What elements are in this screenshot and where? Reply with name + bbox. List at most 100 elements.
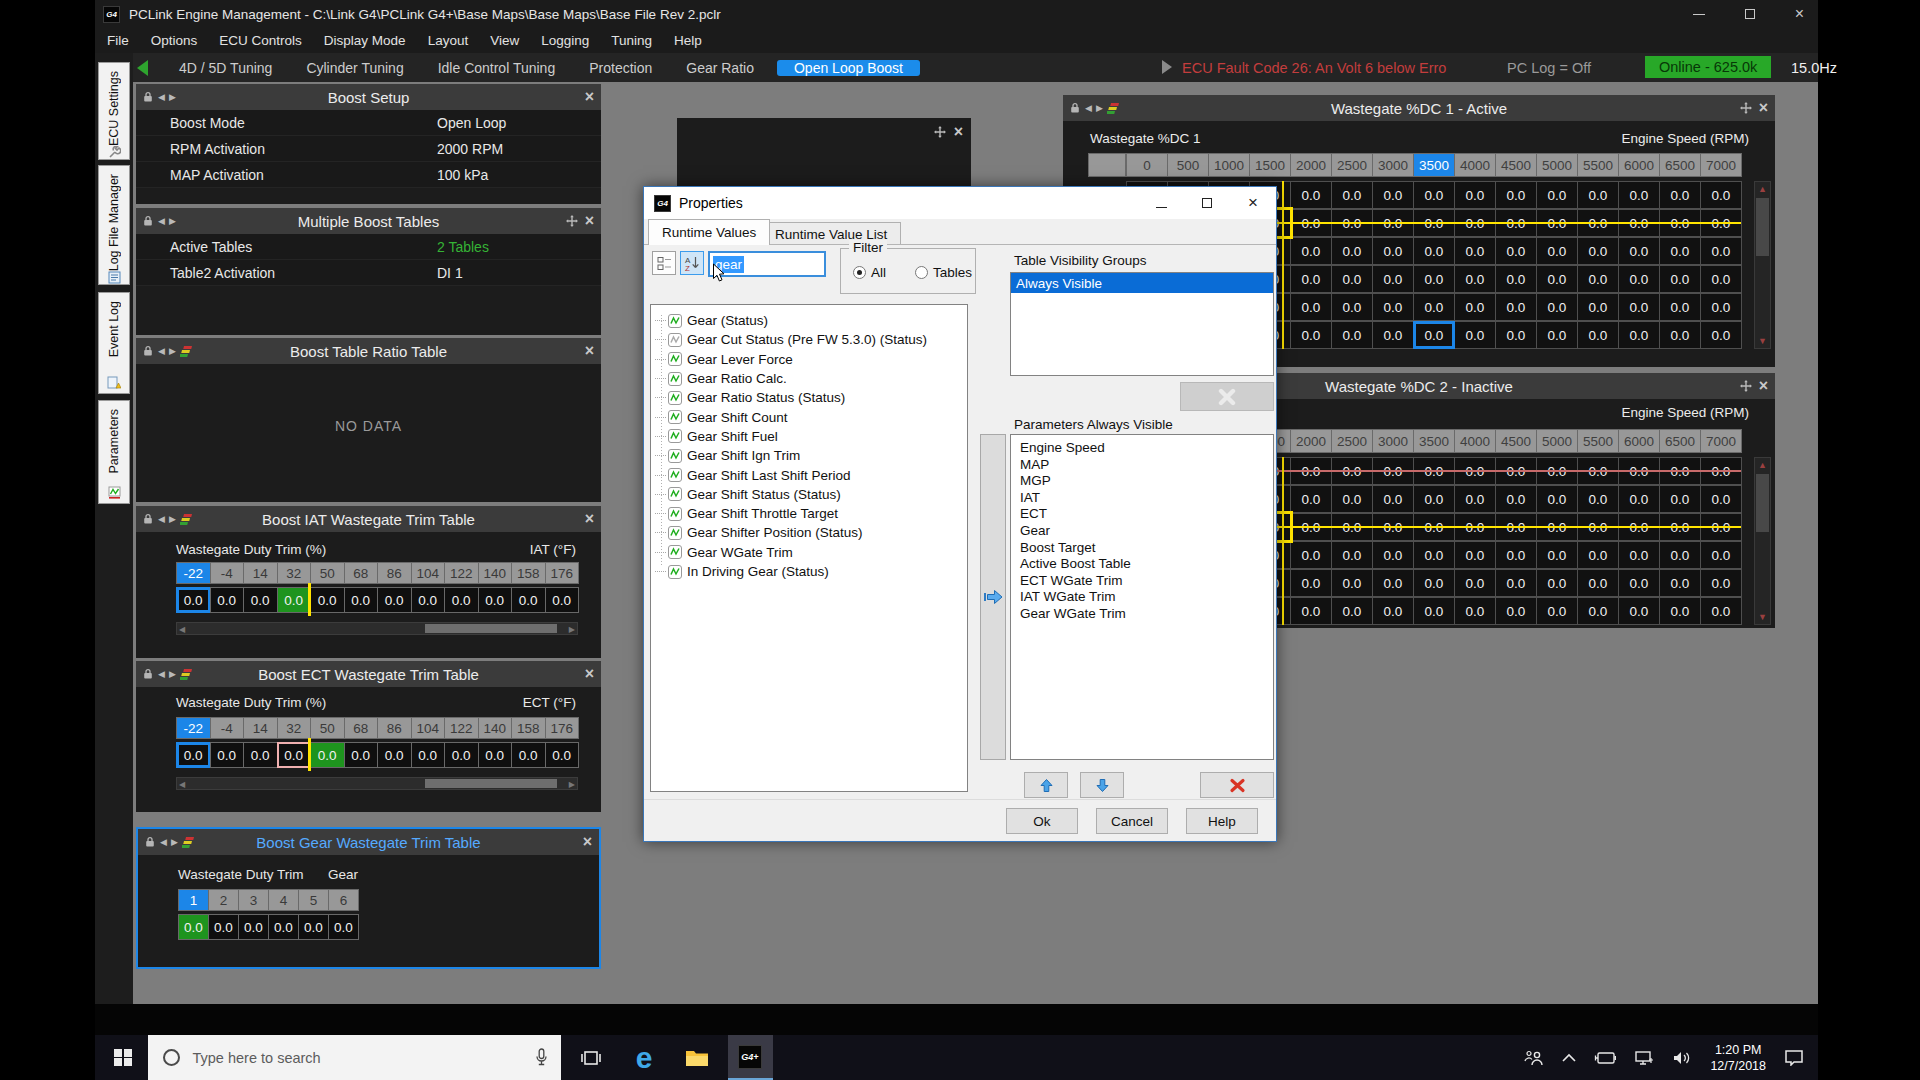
table-cell[interactable]: 0.0: [1659, 181, 1701, 209]
help-button[interactable]: Help: [1186, 808, 1258, 834]
column-header[interactable]: 3000: [1372, 153, 1414, 177]
column-header[interactable]: 6: [328, 889, 359, 911]
table-cell[interactable]: 0.0: [1618, 293, 1660, 321]
table-cell[interactable]: 0.0: [1413, 237, 1455, 265]
group-item-selected[interactable]: Always Visible: [1011, 273, 1273, 293]
sidebar-tab-ecu-settings[interactable]: ECU Settings: [98, 62, 130, 160]
table-cell[interactable]: 0.0: [1331, 321, 1373, 349]
taskbar-app-g4[interactable]: G4+: [728, 1035, 773, 1080]
move-icon[interactable]: [1740, 380, 1752, 392]
parameter-item[interactable]: IAT: [1020, 490, 1273, 507]
column-header[interactable]: 68: [344, 562, 379, 584]
column-header[interactable]: 5500: [1577, 429, 1619, 453]
table-cell[interactable]: 0.0: [1290, 321, 1332, 349]
notification-icon[interactable]: [1784, 1049, 1804, 1066]
column-header[interactable]: 1500: [1249, 153, 1291, 177]
sidebar-tab-log-file-manager[interactable]: Log File Manager: [98, 165, 130, 285]
tree-item[interactable]: Gear WGate Trim: [651, 543, 967, 562]
filter-radio-all[interactable]: All: [853, 265, 886, 280]
table-cell[interactable]: 0.0: [1372, 237, 1414, 265]
table-visibility-groups-list[interactable]: Always Visible: [1010, 272, 1274, 376]
column-header[interactable]: 104: [411, 562, 446, 584]
table-cell[interactable]: 0.0: [478, 587, 513, 613]
table-cell[interactable]: 0.0: [1536, 569, 1578, 597]
runtime-values-tree[interactable]: Gear (Status)Gear Cut Status (Pre FW 5.3…: [650, 304, 968, 792]
table-cell[interactable]: 0.0: [478, 742, 513, 768]
column-header[interactable]: 176: [545, 562, 580, 584]
menu-file[interactable]: File: [96, 33, 140, 48]
parameter-item[interactable]: ECT: [1020, 506, 1273, 523]
table-cell[interactable]: 0.0: [1290, 265, 1332, 293]
tray-expand-icon[interactable]: [1562, 1053, 1576, 1062]
table-cell[interactable]: 0.0: [1495, 541, 1537, 569]
table-cell[interactable]: 0.0: [444, 742, 479, 768]
table-cell[interactable]: 0.0: [1495, 181, 1537, 209]
table-cell[interactable]: 0.0: [545, 587, 580, 613]
column-header[interactable]: 4000: [1454, 429, 1496, 453]
parameter-item[interactable]: MGP: [1020, 473, 1273, 490]
column-header[interactable]: 140: [478, 562, 513, 584]
parameter-item[interactable]: Boost Target: [1020, 540, 1273, 557]
column-header[interactable]: 50: [310, 717, 345, 739]
table-cell[interactable]: 0.0: [1372, 293, 1414, 321]
dialog-title-bar[interactable]: G4 Properties ×: [644, 187, 1276, 219]
table-cell[interactable]: 0.0: [1659, 541, 1701, 569]
lock-icon[interactable]: [144, 836, 156, 848]
vertical-scrollbar[interactable]: ▲▼: [1754, 457, 1771, 625]
cancel-button[interactable]: Cancel: [1096, 808, 1168, 834]
table-cell[interactable]: 0.0: [1659, 597, 1701, 625]
column-header[interactable]: 86: [377, 717, 412, 739]
filter-radio-tables[interactable]: Tables: [915, 265, 972, 280]
table-cell[interactable]: 0.0: [310, 742, 345, 768]
table-cell[interactable]: 0.0: [176, 587, 211, 613]
column-header[interactable]: 104: [411, 717, 446, 739]
lock-icon[interactable]: [142, 345, 154, 357]
table-cell[interactable]: 0.0: [1618, 569, 1660, 597]
tree-item[interactable]: Gear Shift Ign Trim: [651, 446, 967, 465]
column-header[interactable]: 5000: [1536, 429, 1578, 453]
table-cell[interactable]: 0.0: [1331, 485, 1373, 513]
table-cell[interactable]: 0.0: [1372, 485, 1414, 513]
setting-row[interactable]: Active Tables2 Tables: [136, 234, 601, 260]
column-header[interactable]: 5500: [1577, 153, 1619, 177]
lock-icon[interactable]: [142, 668, 154, 680]
close-icon[interactable]: ×: [1759, 101, 1768, 115]
taskbar-search[interactable]: Type here to search: [148, 1035, 561, 1080]
parameter-item[interactable]: Gear: [1020, 523, 1273, 540]
menu-help[interactable]: Help: [663, 33, 713, 48]
table-cell[interactable]: 0.0: [1495, 569, 1537, 597]
next-icon[interactable]: ▶: [169, 216, 176, 226]
lock-icon[interactable]: [142, 91, 154, 103]
network-icon[interactable]: [1634, 1050, 1654, 1066]
table-cell[interactable]: 0.0: [1372, 569, 1414, 597]
parameter-item[interactable]: Active Boost Table: [1020, 556, 1273, 573]
table-cell[interactable]: 0.0: [1659, 569, 1701, 597]
next-icon[interactable]: ▶: [169, 346, 176, 356]
menu-layout[interactable]: Layout: [417, 33, 480, 48]
table-cell[interactable]: 0.0: [243, 742, 278, 768]
table-cell[interactable]: 0.0: [1454, 265, 1496, 293]
table-cell[interactable]: 0.0: [1454, 321, 1496, 349]
table-cell[interactable]: 0.0: [1290, 237, 1332, 265]
table-cell[interactable]: 0.0: [1577, 541, 1619, 569]
column-header[interactable]: 500: [1167, 153, 1209, 177]
table-cell[interactable]: 0.0: [344, 587, 379, 613]
horizontal-scrollbar[interactable]: ◀▶: [176, 622, 578, 635]
table-cell[interactable]: 0.0: [1700, 569, 1742, 597]
parameter-item[interactable]: MAP: [1020, 457, 1273, 474]
tree-item[interactable]: Gear Shift Fuel: [651, 427, 967, 446]
tree-item[interactable]: Gear Lever Force: [651, 350, 967, 369]
table-cell[interactable]: 0.0: [1536, 237, 1578, 265]
table-cell[interactable]: 0.0: [1495, 237, 1537, 265]
column-header[interactable]: 4500: [1495, 153, 1537, 177]
table-cell[interactable]: 0.0: [210, 742, 245, 768]
column-header[interactable]: 6000: [1618, 153, 1660, 177]
sidebar-tab-event-log[interactable]: Event Log: [98, 292, 130, 394]
table-cell[interactable]: 0.0: [377, 742, 412, 768]
column-header[interactable]: 86: [377, 562, 412, 584]
column-header[interactable]: 50: [310, 562, 345, 584]
table-cell[interactable]: 0.0: [210, 587, 245, 613]
table-cell[interactable]: 0.0: [377, 587, 412, 613]
tab-cylinder-tuning[interactable]: Cylinder Tuning: [289, 60, 420, 76]
table-cell[interactable]: 0.0: [511, 587, 546, 613]
